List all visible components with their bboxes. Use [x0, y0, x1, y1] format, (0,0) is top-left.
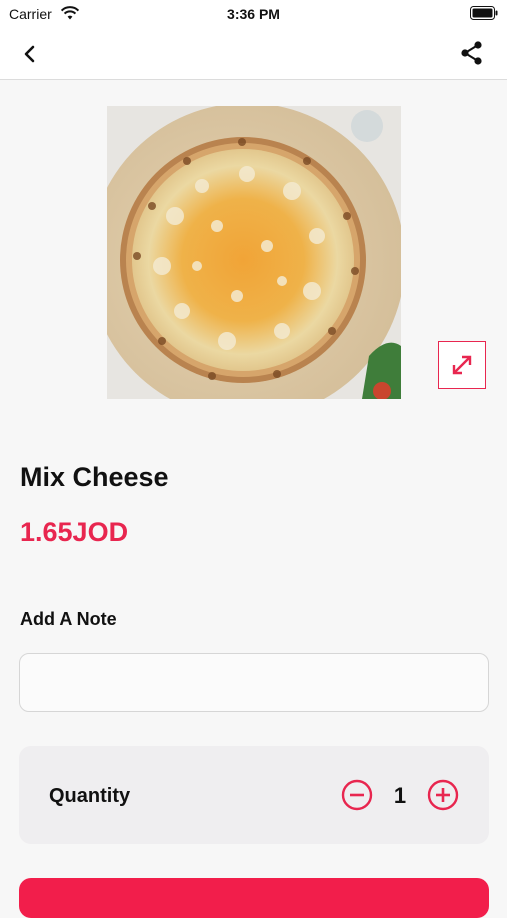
quantity-value: 1	[393, 783, 407, 808]
expand-icon	[452, 355, 472, 375]
quantity-label: Quantity	[49, 785, 131, 807]
navigation-bar	[0, 28, 507, 80]
note-input[interactable]	[19, 653, 489, 712]
status-time: 3:36 PM	[227, 6, 280, 22]
quantity-panel: Quantity 1	[19, 746, 489, 844]
product-image	[107, 106, 401, 399]
status-bar: Carrier 3:36 PM	[0, 0, 507, 28]
pizza-image	[107, 106, 401, 399]
share-icon[interactable]	[459, 40, 485, 66]
add-to-cart-button[interactable]	[19, 878, 489, 918]
battery-icon	[470, 6, 498, 20]
plus-circle-icon[interactable]	[427, 779, 459, 811]
note-label: Add A Note	[20, 609, 117, 629]
minus-circle-icon[interactable]	[341, 779, 373, 811]
product-name: Mix Cheese	[20, 462, 169, 492]
product-price: 1.65JOD	[20, 517, 129, 547]
chevron-left-icon[interactable]	[18, 42, 42, 66]
expand-image-button[interactable]	[438, 341, 486, 389]
